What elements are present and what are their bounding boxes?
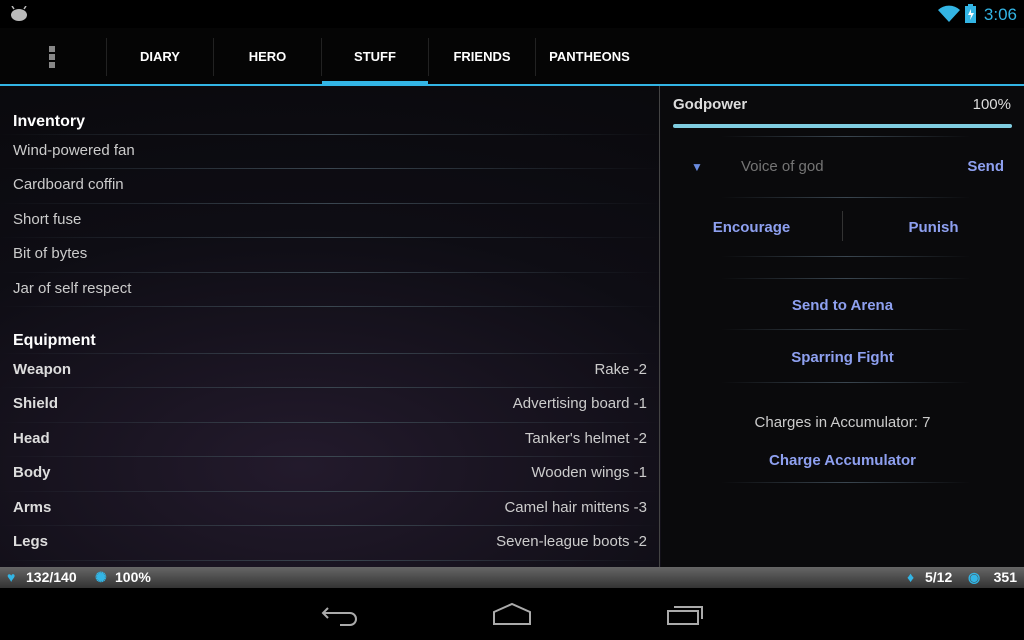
heart-icon: ♥	[7, 569, 16, 585]
equipment-row[interactable]: Arms Camel hair mittens -3	[13, 493, 647, 527]
send-to-arena-button[interactable]: Send to Arena	[661, 297, 1024, 314]
inventory-title: Inventory	[13, 113, 86, 130]
tab-hero[interactable]: HERO	[213, 38, 321, 76]
status-bar: 3:06	[0, 0, 1024, 28]
tab-stuff[interactable]: STUFF	[321, 38, 428, 86]
clock: 3:06	[983, 5, 1017, 24]
equipment-row[interactable]: Weapon Rake -2	[13, 355, 647, 389]
inventory-item[interactable]: Short fuse	[13, 205, 647, 239]
godpower-fill	[673, 124, 1012, 128]
voice-dropdown-icon[interactable]: ▼	[691, 160, 703, 174]
equipment-row[interactable]: Legs Seven-league boots -2	[13, 527, 647, 561]
tab-friends[interactable]: FRIENDS	[428, 38, 535, 76]
inventory-item[interactable]: Jar of self respect	[13, 274, 647, 308]
tab-bar: DIARY HERO STUFF FRIENDS PANTHEONS	[0, 28, 1024, 86]
quest-value: 5/12	[925, 569, 953, 585]
equipment-row[interactable]: Head Tanker's helmet -2	[13, 424, 647, 458]
godpower-bar	[673, 124, 1012, 128]
stuff-panel: Inventory Wind-powered fan Cardboard cof…	[0, 86, 660, 567]
sparring-fight-button[interactable]: Sparring Fight	[661, 349, 1024, 366]
android-icon	[11, 6, 27, 21]
send-button[interactable]: Send	[967, 158, 1004, 175]
godpower-icon: ✺	[95, 569, 107, 585]
battery-charging-icon	[965, 4, 976, 23]
punish-button[interactable]: Punish	[843, 219, 1024, 236]
health-value: 132/140	[26, 569, 77, 585]
recent-apps-icon[interactable]	[666, 602, 706, 626]
charges-label: Charges in Accumulator: 7	[754, 414, 931, 431]
voice-of-god-input[interactable]	[741, 152, 941, 180]
godpower-stat: 100%	[115, 569, 151, 585]
inventory-item[interactable]: Cardboard coffin	[13, 170, 647, 204]
inventory-item[interactable]: Bit of bytes	[13, 239, 647, 273]
tab-diary[interactable]: DIARY	[106, 38, 213, 76]
charge-accumulator-button[interactable]: Charge Accumulator	[661, 452, 1024, 469]
godpower-label: Godpower	[673, 96, 748, 113]
inventory-item[interactable]: Wind-powered fan	[13, 136, 647, 170]
quest-icon: ♦	[907, 569, 915, 585]
equipment-row[interactable]: Shield Advertising board -1	[13, 389, 647, 423]
home-icon[interactable]	[492, 602, 532, 626]
godpower-value: 100%	[972, 96, 1011, 113]
gold-value: 351	[993, 569, 1017, 585]
navigation-bar	[0, 588, 1024, 640]
back-icon[interactable]	[320, 604, 358, 626]
tab-pantheons[interactable]: PANTHEONS	[535, 38, 643, 76]
stats-bar: ♥ 132/140 ✺ 100% ♦ 5/12 ◉ 351	[0, 567, 1024, 588]
encourage-button[interactable]: Encourage	[661, 219, 842, 236]
content: Inventory Wind-powered fan Cardboard cof…	[0, 86, 1024, 567]
actions-panel: Godpower 100% ▼ Send Encourage Punish Se…	[661, 86, 1024, 567]
wifi-icon	[938, 5, 960, 22]
equipment-title: Equipment	[13, 332, 96, 349]
gold-icon: ◉	[968, 569, 981, 585]
equipment-row[interactable]: Body Wooden wings -1	[13, 458, 647, 492]
overflow-menu-icon[interactable]	[49, 46, 55, 68]
